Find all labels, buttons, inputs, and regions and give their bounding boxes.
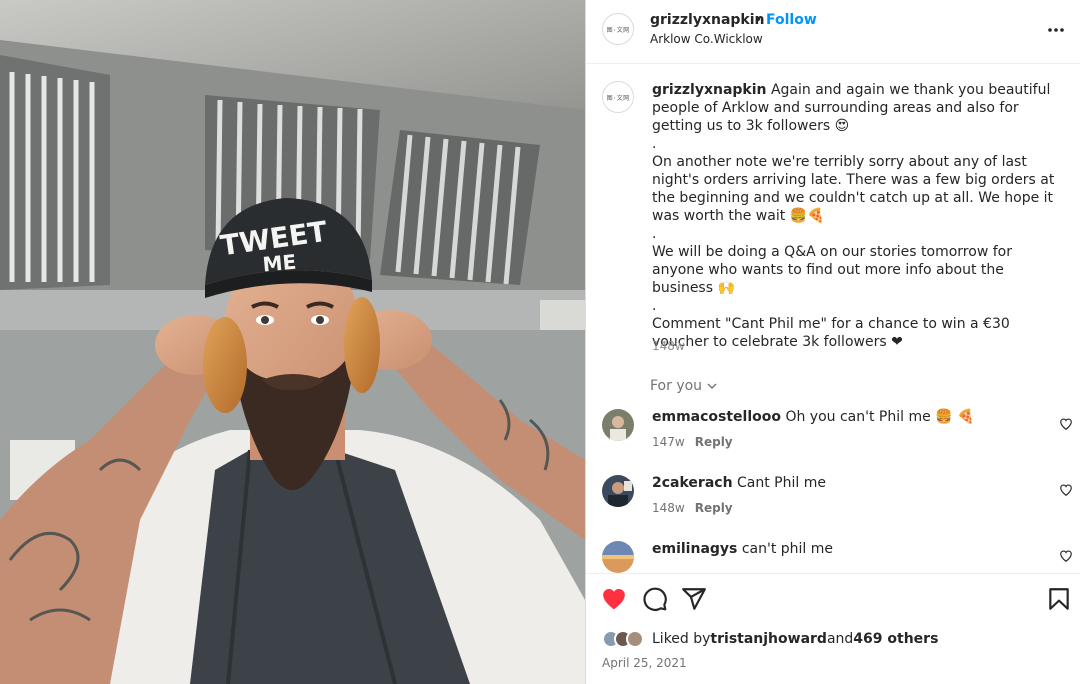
comment-item: emmacostellooo Oh you can't Phil me 🍔 🍕 … [586, 409, 1080, 469]
comment-filter-dropdown[interactable]: For you [650, 378, 718, 394]
comment-like-heart-icon[interactable] [1059, 483, 1073, 497]
comment-meta: 148w Reply [652, 501, 733, 515]
comment-item: 2cakerach Cant Phil me 148w Reply [586, 475, 1080, 535]
comment-like-heart-icon[interactable] [1059, 417, 1073, 431]
comment-username[interactable]: emmacostellooo [652, 409, 781, 425]
comments-section[interactable]: 图·文网 grizzlyxnapkin Again and again we t… [586, 65, 1080, 573]
action-bar [586, 586, 1080, 614]
caption-text-6: . [652, 298, 657, 314]
cap-text-line2: ME [262, 250, 298, 277]
caption-username[interactable]: grizzlyxnapkin [652, 82, 767, 98]
comment-like-heart-icon[interactable] [1059, 549, 1073, 563]
share-icon[interactable] [681, 586, 707, 612]
post-caption: grizzlyxnapkin Again and again we thank … [652, 81, 1062, 351]
avatar-logo-text: 图·文网 [606, 94, 630, 102]
avatar-logo-text: 图·文网 [606, 26, 630, 34]
post-side-panel: 图·文网 grizzlyxnapkin • Follow Arklow Co.W… [585, 0, 1080, 684]
caption-text-4: . [652, 226, 657, 242]
post-viewer: TWEET ME 图·文网 grizzlyxnapkin • Follow Ar… [0, 0, 1080, 684]
comment-text: can't phil me [741, 541, 834, 557]
save-bookmark-icon[interactable] [1046, 586, 1072, 612]
liker-avatar [626, 630, 644, 648]
caption-timestamp[interactable]: 148w [652, 339, 685, 353]
likes-count[interactable]: 469 others [853, 631, 938, 647]
comment-username[interactable]: 2cakerach [652, 475, 733, 491]
comment-icon[interactable] [642, 586, 668, 612]
comment-line: emilinagys can't phil me [652, 541, 833, 557]
comment-avatar[interactable] [602, 475, 634, 507]
likes-user[interactable]: tristanjhoward [710, 631, 827, 647]
comment-time[interactable]: 147w [652, 435, 685, 449]
caption-text-7: Comment "Cant Phil me" for a chance to w… [652, 316, 1010, 350]
reply-button[interactable]: Reply [695, 501, 733, 515]
like-heart-icon[interactable] [601, 586, 627, 612]
liker-avatars [602, 630, 644, 648]
comment-text: Oh you can't Phil me 🍔 🍕 [785, 409, 975, 425]
comment-text: Cant Phil me [737, 475, 826, 491]
post-image: TWEET ME [0, 0, 585, 684]
header-separator: • [754, 12, 763, 28]
likes-summary[interactable]: Liked by tristanjhoward and 469 others [602, 630, 938, 648]
more-options-icon[interactable] [1046, 20, 1066, 40]
comment-username[interactable]: emilinagys [652, 541, 737, 557]
caption-text-5: We will be doing a Q&A on our stories to… [652, 244, 1012, 296]
header-username[interactable]: grizzlyxnapkin [650, 12, 765, 28]
caption-text-2: . [652, 136, 657, 152]
likes-prefix: Liked by [652, 631, 711, 647]
post-date[interactable]: April 25, 2021 [602, 656, 687, 670]
comment-meta: 147w Reply [652, 435, 733, 449]
post-footer: Liked by tristanjhoward and 469 others A… [586, 573, 1080, 684]
likes-middle: and [826, 631, 854, 647]
reply-button[interactable]: Reply [695, 435, 733, 449]
comment-avatar[interactable] [602, 541, 634, 573]
comment-avatar[interactable] [602, 409, 634, 441]
comment-item: emilinagys can't phil me [586, 541, 1080, 573]
comment-line: 2cakerach Cant Phil me [652, 475, 826, 491]
profile-avatar[interactable]: 图·文网 [602, 13, 634, 45]
comment-time[interactable]: 148w [652, 501, 685, 515]
post-header: 图·文网 grizzlyxnapkin • Follow Arklow Co.W… [586, 0, 1080, 64]
header-location[interactable]: Arklow Co.Wicklow [650, 32, 763, 46]
chevron-down-icon [707, 383, 717, 389]
caption-avatar[interactable]: 图·文网 [602, 81, 634, 113]
follow-button[interactable]: Follow [766, 12, 817, 28]
post-photo[interactable]: TWEET ME [0, 0, 585, 684]
comment-line: emmacostellooo Oh you can't Phil me 🍔 🍕 [652, 409, 974, 425]
caption-text-3: On another note we're terribly sorry abo… [652, 154, 1055, 224]
comment-filter-label: For you [650, 378, 703, 394]
